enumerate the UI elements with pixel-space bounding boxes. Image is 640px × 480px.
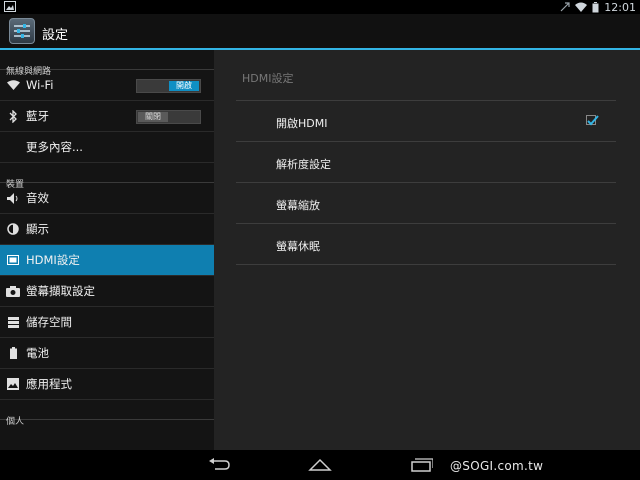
battery-icon xyxy=(6,346,20,360)
enable-hdmi-checkbox[interactable] xyxy=(586,115,599,126)
sidebar-item-screenshot[interactable]: 螢幕擷取設定 xyxy=(0,276,214,307)
status-bar: 12:01 xyxy=(0,0,640,14)
sidebar-item-apps[interactable]: 應用程式 xyxy=(0,369,214,400)
sidebar-item-more[interactable]: 更多內容... xyxy=(0,132,214,163)
wifi-icon xyxy=(6,78,20,92)
watermark: @SOGI.com.tw xyxy=(450,459,544,473)
sidebar-item-label: 藍牙 xyxy=(26,109,49,123)
back-icon xyxy=(209,458,230,470)
wifi-toggle[interactable]: 開啟 xyxy=(136,79,201,93)
hdmi-icon xyxy=(6,253,20,267)
back-button[interactable] xyxy=(206,456,232,474)
toggle-label: 開啟 xyxy=(169,81,199,91)
checkmark-icon xyxy=(587,115,599,126)
sidebar-item-label: HDMI設定 xyxy=(26,253,80,267)
sidebar-item-label: 顯示 xyxy=(26,222,49,236)
toggle-label: 關閉 xyxy=(138,112,168,122)
enable-hdmi-row[interactable]: 開啟HDMI xyxy=(236,101,616,142)
detail-pane: HDMI設定 開啟HDMI 解析度設定 螢幕縮放 螢幕休眠 xyxy=(214,50,640,450)
row-label: 開啟HDMI xyxy=(276,117,328,130)
row-label: 解析度設定 xyxy=(276,158,331,171)
sidebar-item-sound[interactable]: 音效 xyxy=(0,183,214,214)
recent-apps-icon xyxy=(411,458,433,472)
screen-sleep-row[interactable]: 螢幕休眠 xyxy=(236,224,616,265)
sidebar-item-display[interactable]: 顯示 xyxy=(0,214,214,245)
settings-list: 無線與網路 Wi-Fi 開啟 藍牙 關閉 更多內容... 裝置 音效 顯示 HD… xyxy=(0,50,214,450)
sidebar-item-hdmi[interactable]: HDMI設定 xyxy=(0,245,214,276)
sidebar-item-label: 音效 xyxy=(26,191,49,205)
home-button[interactable] xyxy=(307,456,333,474)
bluetooth-toggle[interactable]: 關閉 xyxy=(136,110,201,124)
sidebar-item-label: 電池 xyxy=(26,346,49,360)
sidebar-item-label: 螢幕擷取設定 xyxy=(26,284,95,298)
detail-header: HDMI設定 xyxy=(242,72,294,85)
navigation-bar: @SOGI.com.tw xyxy=(0,450,640,480)
battery-status-icon xyxy=(592,1,599,12)
sidebar-item-storage[interactable]: 儲存空間 xyxy=(0,307,214,338)
recent-apps-button[interactable] xyxy=(408,456,434,474)
row-label: 螢幕縮放 xyxy=(276,199,320,212)
storage-icon xyxy=(6,315,20,329)
sync-icon xyxy=(560,2,570,12)
sidebar-item-label: 應用程式 xyxy=(26,377,72,391)
sidebar-item-label: 更多內容... xyxy=(26,140,83,154)
apps-icon xyxy=(6,377,20,391)
bluetooth-icon xyxy=(6,109,20,123)
settings-app-icon[interactable] xyxy=(9,18,35,44)
speaker-icon xyxy=(6,191,20,205)
camera-icon xyxy=(6,284,20,298)
home-icon xyxy=(308,458,332,471)
resolution-row[interactable]: 解析度設定 xyxy=(236,142,616,183)
page-title: 設定 xyxy=(42,28,69,43)
section-device: 裝置 xyxy=(0,163,214,190)
brightness-icon xyxy=(6,222,20,236)
section-personal: 個人 xyxy=(0,400,214,427)
sidebar-item-battery[interactable]: 電池 xyxy=(0,338,214,369)
clock: 12:01 xyxy=(604,0,636,14)
sidebar-item-wifi[interactable]: Wi-Fi 開啟 xyxy=(0,70,214,101)
gallery-notification-icon xyxy=(4,1,16,12)
sidebar-item-bluetooth[interactable]: 藍牙 關閉 xyxy=(0,101,214,132)
screen-scale-row[interactable]: 螢幕縮放 xyxy=(236,183,616,224)
sidebar-item-label: Wi-Fi xyxy=(26,78,54,92)
sidebar-item-label: 儲存空間 xyxy=(26,315,72,329)
action-bar: 設定 xyxy=(0,14,640,50)
section-wireless: 無線與網路 xyxy=(0,50,214,77)
sliders-icon xyxy=(14,24,30,38)
wifi-signal-icon xyxy=(575,2,588,12)
row-label: 螢幕休眠 xyxy=(276,240,320,253)
